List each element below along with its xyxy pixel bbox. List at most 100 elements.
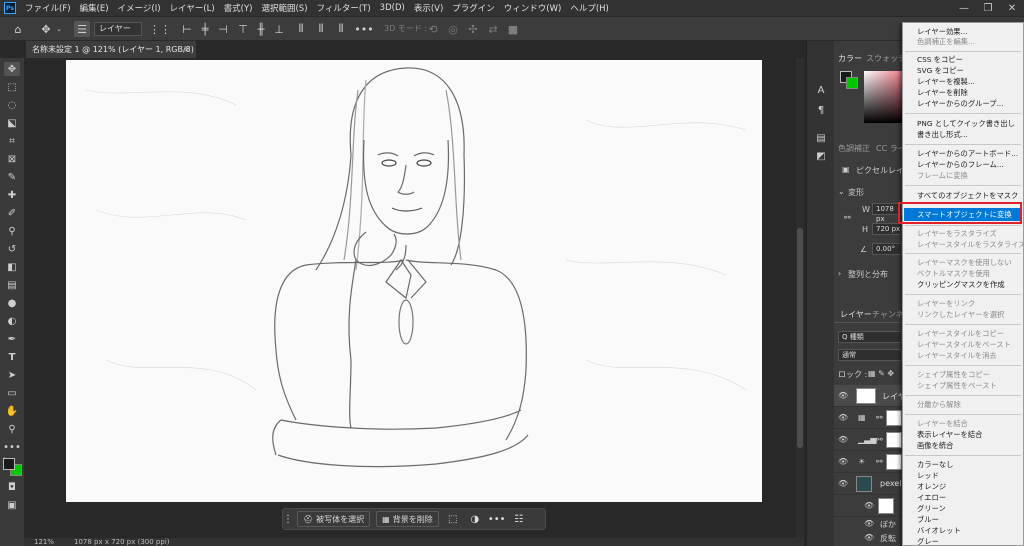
blur-tool-icon[interactable]: ● [4,296,20,310]
blend-mode-select[interactable]: 通常 [838,349,902,361]
type-tool-icon[interactable]: T [4,350,20,364]
properties-panel-icon[interactable]: ◩ [813,149,829,163]
hand-tool-icon[interactable]: ✋ [4,404,20,418]
zoom-tool-icon[interactable]: ⚲ [4,422,20,436]
lasso-tool-icon[interactable]: ◌ [4,98,20,112]
zoom-level[interactable]: 121% [34,538,54,546]
angle-field[interactable]: 0.00° [872,243,902,255]
visibility-eye-icon[interactable]: 👁 [864,519,874,528]
gradient-icon[interactable]: ▤ [4,278,20,292]
remove-background-button[interactable]: ▦ 背景を削除 [376,511,439,527]
menu-item-merge-visible[interactable]: 表示レイヤーを結合 [917,430,982,440]
menu-item-rasterize-layer[interactable]: レイヤーをラスタライズ [917,229,997,239]
menu-item-color-blue[interactable]: ブルー [917,515,939,525]
menu-item-merge-layers[interactable]: レイヤーを結合 [917,419,968,429]
scrollbar-thumb[interactable] [797,228,803,448]
menu-item-color-red[interactable]: レッド [917,471,939,481]
eraser-icon[interactable]: ◧ [4,260,20,274]
menu-item-color-yellow[interactable]: イエロー [917,493,946,503]
canvas[interactable] [66,60,762,502]
frame-tool-icon[interactable]: ⊠ [4,152,20,166]
menu-item-enable-vector-mask[interactable]: ベクトルマスクを使用 [917,269,990,279]
screen-mode-icon[interactable]: ▣ [4,498,20,512]
chevron-down-icon[interactable]: ⌄ [54,21,64,37]
menu-item-color-violet[interactable]: バイオレット [917,526,961,536]
menu-item-delete-layer[interactable]: レイヤーを削除 [917,88,968,98]
menu-item-layer-effects[interactable]: レイヤー効果... [917,27,968,37]
auto-select-icon[interactable]: ☰ [74,21,90,37]
drag-handle-icon[interactable]: ⋮ [283,511,293,527]
tab-swatches[interactable]: スウォッチ [866,53,906,64]
more-options-icon[interactable]: ••• [488,511,506,527]
transform-controls-icon[interactable]: ⋮⋮ [149,21,171,37]
move-tool-icon[interactable]: ✥ [38,21,54,37]
menu-item-color-gray[interactable]: グレー [917,537,939,545]
dodge-tool-icon[interactable]: ◐ [4,314,20,328]
menu-item-link-layers[interactable]: レイヤーをリンク [917,299,975,309]
menu-item-quick-export-png[interactable]: PNG としてクイック書き出し [917,119,1015,129]
minimize-icon[interactable]: — [952,0,976,16]
menu-item-create-clipping-mask[interactable]: クリッピングマスクを作成 [917,280,1005,290]
document-tab[interactable]: 名称未設定 1 @ 121% (レイヤー 1, RGB/8) * × [26,41,196,71]
menu-item-copy-shape-attributes[interactable]: シェイプ属性をコピー [917,370,990,380]
paragraph-panel-icon[interactable]: ¶ [813,103,829,117]
restore-icon[interactable]: ❐ [976,0,1000,16]
menu-filter[interactable]: フィルター(T) [317,2,371,14]
menu-help[interactable]: ヘルプ(H) [570,2,609,14]
menu-item-copy-css[interactable]: CSS をコピー [917,55,963,65]
vertical-scrollbar[interactable] [796,58,804,538]
visibility-eye-icon[interactable]: 👁 [864,501,874,510]
menu-item-paste-layer-style[interactable]: レイヤースタイルをペースト [917,340,1011,350]
menu-item-convert-to-frame[interactable]: フレームに変換 [917,171,968,181]
menu-item-export-as[interactable]: 書き出し形式... [917,130,968,140]
lock-icons[interactable]: ▦ ✎ ✥ [868,369,894,378]
menu-item-frame-from-layers[interactable]: レイヤーからのフレーム... [917,160,1004,170]
menu-item-paste-shape-attributes[interactable]: シェイプ属性をペースト [917,381,997,391]
menu-item-edit-adjustment[interactable]: 色調補正を編集... [917,37,975,47]
layer-select[interactable]: レイヤー [94,22,142,36]
menu-item-duplicate-layer[interactable]: レイヤーを複製... [917,77,975,87]
menu-window[interactable]: ウィンドウ(W) [504,2,562,14]
menu-item-clear-layer-style[interactable]: レイヤースタイルを消去 [917,351,997,361]
menu-item-artboard-from-layers[interactable]: レイヤーからのアートボード... [917,149,1018,159]
menu-item-select-linked-layers[interactable]: リンクしたレイヤーを選択 [917,310,1004,320]
chevron-down-icon[interactable]: ⌄ [838,187,845,196]
eyedropper-icon[interactable]: ✎ [4,170,20,184]
clone-stamp-icon[interactable]: ⚲ [4,224,20,238]
chevron-right-icon[interactable]: › [838,269,841,278]
close-tab-icon[interactable]: × [183,41,190,58]
visibility-eye-icon[interactable]: 👁 [838,457,848,466]
history-brush-icon[interactable]: ↺ [4,242,20,256]
marquee-tool-icon[interactable]: ⬚ [4,80,20,94]
home-icon[interactable]: ⌂ [10,21,26,37]
menu-select[interactable]: 選択範囲(S) [261,2,307,14]
visibility-eye-icon[interactable]: 👁 [838,479,848,488]
menu-item-copy-layer-style[interactable]: レイヤースタイルをコピー [917,329,1004,339]
menu-item-color-none[interactable]: カラーなし [917,460,953,470]
menu-item-color-green[interactable]: グリーン [917,504,946,514]
align-left-icon[interactable]: ⊢ [180,21,194,37]
3d-orbit-icon[interactable]: ⟲ [426,21,440,37]
color-bg-swatch[interactable] [846,77,858,89]
3d-roll-icon[interactable]: ◎ [446,21,460,37]
align-right-icon[interactable]: ⊣ [216,21,230,37]
character-panel-icon[interactable]: A [813,83,829,97]
menu-image[interactable]: イメージ(I) [118,2,161,14]
menu-3d[interactable]: 3D(D) [380,3,405,13]
menu-view[interactable]: 表示(V) [414,2,443,14]
menu-item-disable-layer-mask[interactable]: レイヤーマスクを使用しない [917,258,1012,268]
visibility-eye-icon[interactable]: 👁 [838,435,848,444]
tab-color[interactable]: カラー [838,53,862,64]
select-subject-button[interactable]: ⛑ 被写体を選択 [297,511,371,527]
rectangle-tool-icon[interactable]: ▭ [4,386,20,400]
move-tool-icon[interactable]: ✥ [4,62,20,76]
menu-layer[interactable]: レイヤー(L) [170,2,215,14]
photoshop-logo[interactable]: Ps [4,2,16,14]
glyphs-panel-icon[interactable]: ▤ [813,131,829,145]
settings-sliders-icon[interactable]: ☷ [511,511,527,527]
visibility-eye-icon[interactable]: 👁 [838,391,848,400]
transform-icon[interactable]: ⬚ [445,511,461,527]
menu-plugins[interactable]: プラグイン [452,2,495,14]
menu-type[interactable]: 書式(Y) [224,2,253,14]
menu-item-color-orange[interactable]: オレンジ [917,482,946,492]
